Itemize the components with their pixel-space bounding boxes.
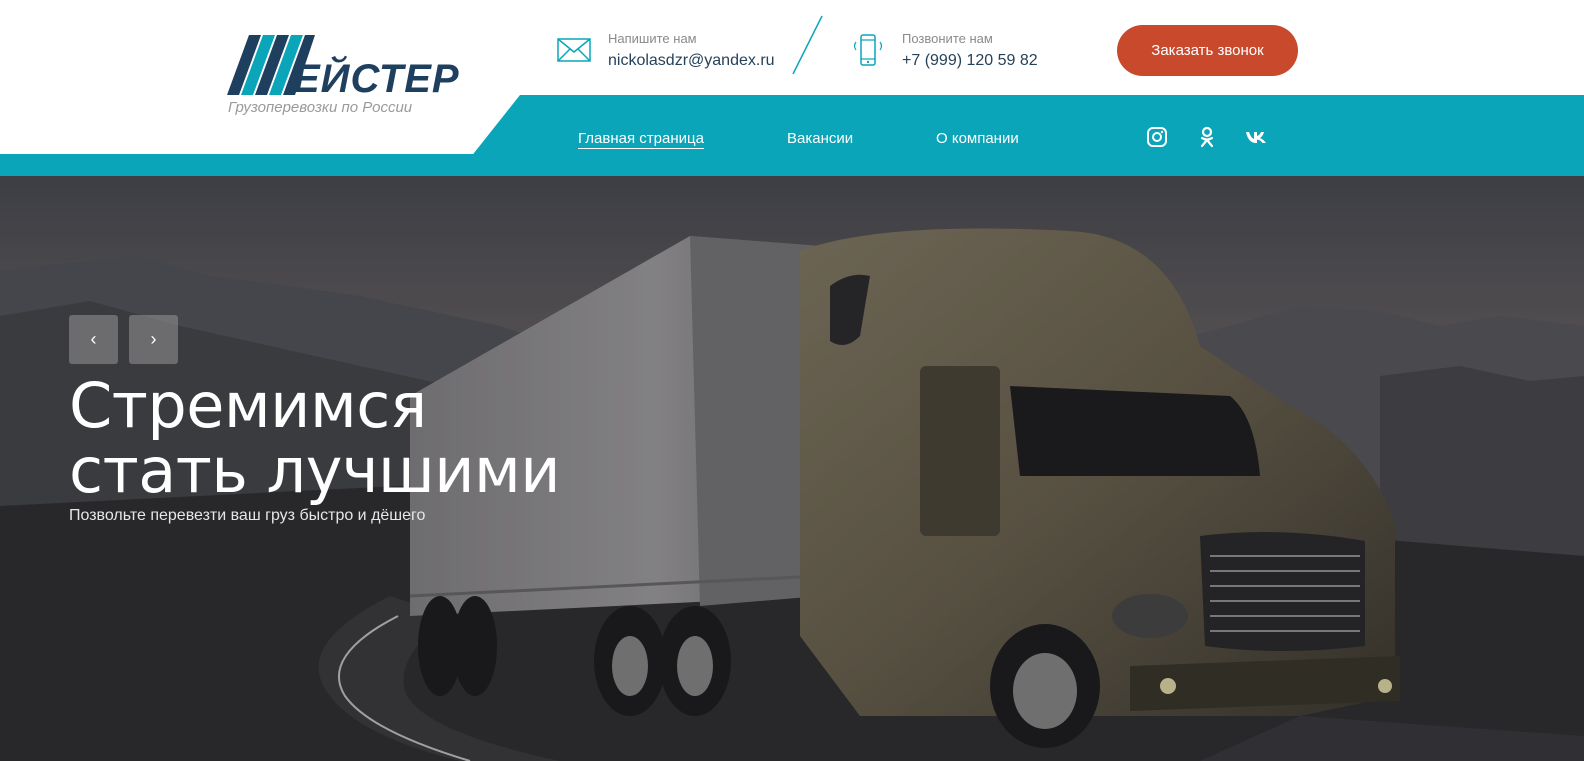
site-header: ЕЙСТЕР Грузоперевозки по России Напишите…	[0, 0, 1584, 176]
hero-subtitle: Позвольте перевезти ваш груз быстро и дё…	[69, 507, 426, 524]
hero-title-line-2: стать лучшими	[69, 434, 561, 507]
phone-label: Позвоните нам	[902, 31, 993, 46]
order-callback-button[interactable]: Заказать звонок	[1117, 25, 1298, 76]
logo-wordmark: ЕЙСТЕР	[293, 57, 460, 101]
phone-contact: Позвоните нам +7 (999) 120 59 82	[850, 30, 1038, 72]
hero-title-line-1: Стремимся	[69, 369, 427, 442]
hero-title: Стремимся стать лучшими	[69, 369, 561, 507]
email-label: Напишите нам	[608, 31, 697, 46]
envelope-icon	[557, 38, 591, 62]
odnoklassniki-link[interactable]	[1195, 125, 1219, 149]
phone-link[interactable]: +7 (999) 120 59 82	[902, 50, 1038, 72]
email-contact: Напишите нам nickolasdzr@yandex.ru	[556, 30, 775, 72]
logo-tagline: Грузоперевозки по России	[228, 99, 413, 116]
email-link[interactable]: nickolasdzr@yandex.ru	[608, 50, 775, 72]
nav-item-home[interactable]: Главная страница	[578, 130, 704, 149]
logo[interactable]: ЕЙСТЕР Грузоперевозки по России	[227, 33, 487, 119]
vk-link[interactable]	[1244, 125, 1268, 149]
hero-slider: ‹ › Стремимся стать лучшими Позвольте пе…	[0, 176, 1584, 761]
nav-item-about[interactable]: О компании	[936, 130, 1019, 147]
nav-item-vacancies[interactable]: Вакансии	[787, 130, 853, 147]
instagram-link[interactable]	[1145, 125, 1169, 149]
slider-prev-button[interactable]: ‹	[69, 315, 118, 364]
vk-icon	[1246, 132, 1266, 143]
slider-next-button[interactable]: ›	[129, 315, 178, 364]
instagram-icon	[1147, 127, 1167, 147]
odnoklassniki-icon	[1200, 126, 1214, 148]
contact-divider	[792, 15, 823, 75]
phone-icon	[853, 34, 883, 66]
